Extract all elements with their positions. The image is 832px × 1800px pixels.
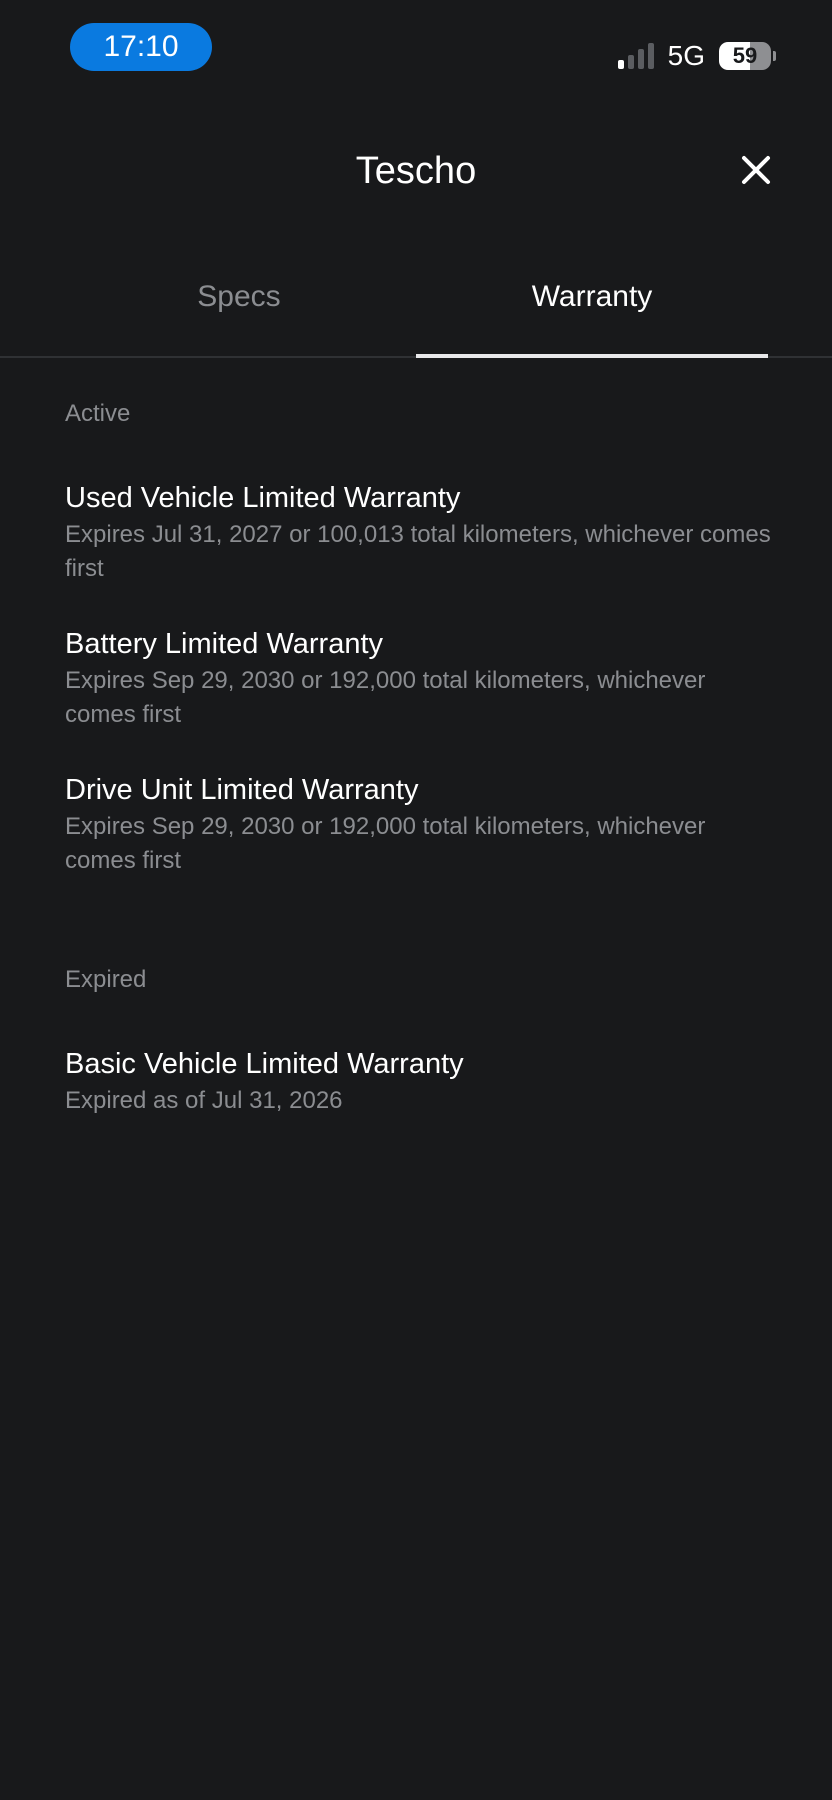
warranty-content: Active Used Vehicle Limited Warranty Exp… [65, 400, 775, 1118]
active-warranties: Active Used Vehicle Limited Warranty Exp… [65, 400, 775, 878]
battery-nub [773, 51, 776, 61]
warranty-detail: Expires Sep 29, 2030 or 192,000 total ki… [65, 813, 706, 874]
warranty-detail: Expired as of Jul 31, 2026 [65, 1087, 343, 1114]
warranty-detail: Expires Sep 29, 2030 or 192,000 total ki… [65, 667, 706, 728]
status-bar: 17:10 5G 59 [0, 0, 832, 100]
tab-warranty[interactable]: Warranty [416, 280, 768, 314]
tab-bar: Specs Warranty [0, 260, 832, 358]
warranty-item: Used Vehicle Limited Warranty Expires Ju… [65, 480, 775, 586]
battery-icon: 59 [719, 42, 771, 70]
warranty-item: Basic Vehicle Limited Warranty Expired a… [65, 1046, 775, 1118]
header: Tescho [0, 140, 832, 202]
warranty-item: Drive Unit Limited Warranty Expires Sep … [65, 772, 775, 878]
battery-level: 59 [732, 43, 758, 68]
network-type: 5G [667, 40, 705, 71]
close-button[interactable] [736, 150, 776, 190]
warranty-title: Basic Vehicle Limited Warranty [65, 1048, 464, 1080]
tab-specs[interactable]: Specs [63, 280, 415, 314]
warranty-item: Battery Limited Warranty Expires Sep 29,… [65, 626, 775, 732]
page-title: Tescho [355, 150, 477, 192]
warranty-title: Drive Unit Limited Warranty [65, 774, 419, 806]
status-time[interactable]: 17:10 [70, 23, 212, 71]
status-indicators: 5G 59 [617, 36, 776, 76]
section-label-active: Active [65, 400, 131, 427]
warranty-title: Battery Limited Warranty [65, 628, 384, 660]
warranty-title: Used Vehicle Limited Warranty [65, 482, 461, 514]
expired-warranties: Expired Basic Vehicle Limited Warranty E… [65, 966, 775, 1118]
close-icon [742, 156, 770, 184]
warranty-detail: Expires Jul 31, 2027 or 100,013 total ki… [65, 521, 771, 582]
tab-selected-indicator [416, 354, 768, 358]
section-label-expired: Expired [65, 966, 147, 993]
cellular-signal-icon [617, 43, 654, 69]
